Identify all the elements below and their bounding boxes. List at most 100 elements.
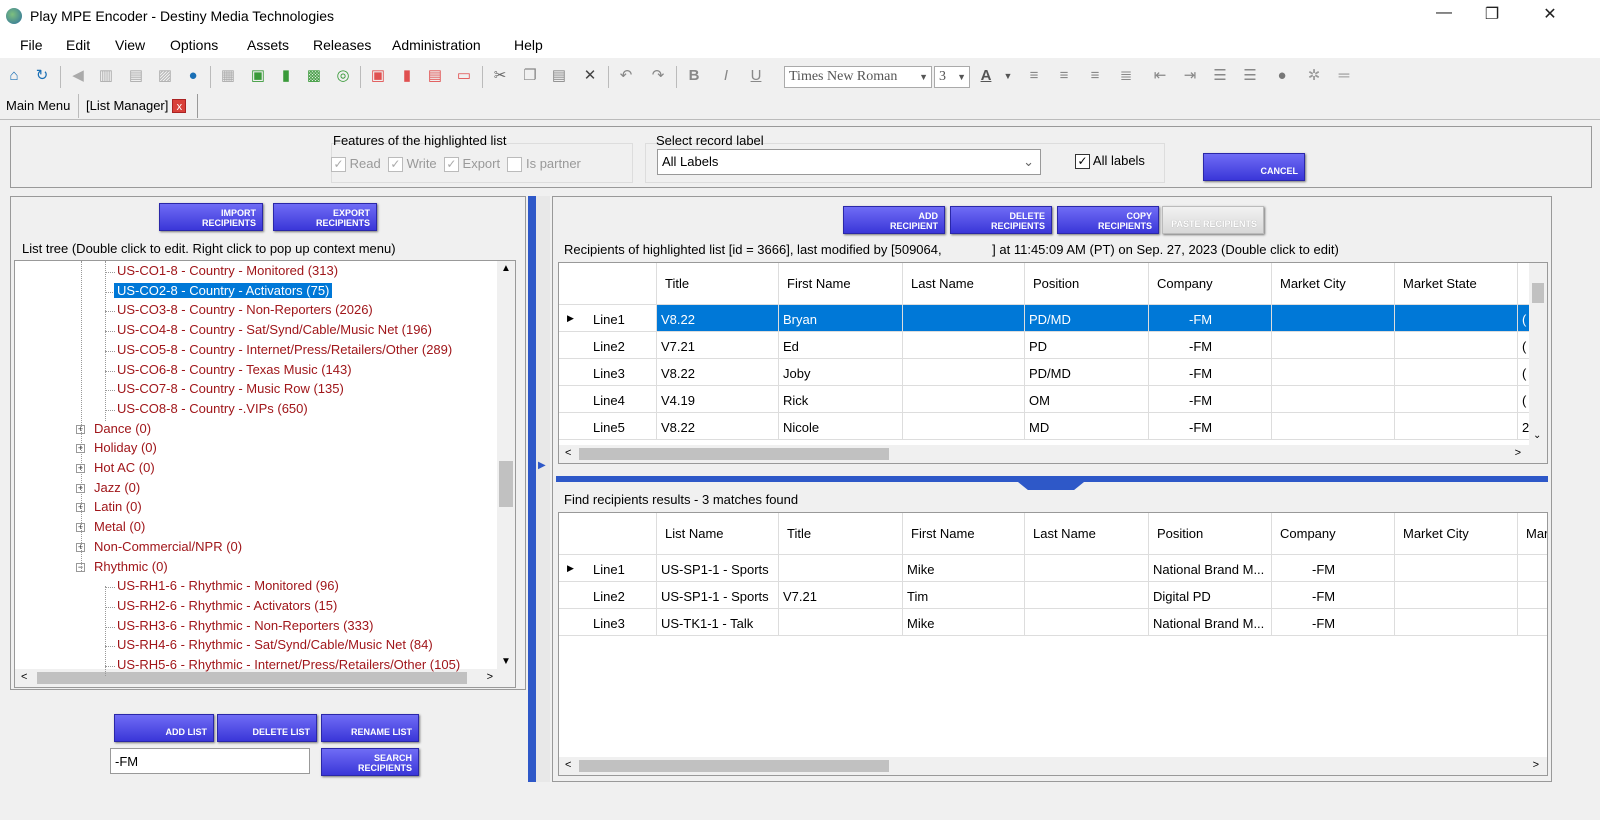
stack-icon[interactable]: ▤ [425, 66, 445, 86]
refresh-icon[interactable]: ↻ [32, 66, 52, 86]
table-cell[interactable] [1025, 555, 1149, 582]
table-cell[interactable]: OM [1025, 386, 1149, 413]
table-cell[interactable]: Nicole [779, 413, 903, 440]
vertical-splitter[interactable] [528, 196, 536, 782]
table-cell[interactable] [1395, 305, 1518, 332]
underline-icon[interactable]: U [746, 66, 766, 86]
menu-administration[interactable]: Administration [392, 37, 481, 53]
tree-item[interactable]: US-CO3-8 - Country - Non-Reporters (2026… [117, 302, 373, 317]
table-cell[interactable]: PD/MD [1025, 305, 1149, 332]
table-cell[interactable]: Bryan [779, 305, 903, 332]
table-cell[interactable]: Joby [779, 359, 903, 386]
table-cell[interactable]: Mike [903, 555, 1025, 582]
table-cell[interactable] [1272, 413, 1395, 440]
paste-icon[interactable]: ▤ [549, 66, 569, 86]
record-label-select[interactable]: All Labels ⌄ [657, 149, 1041, 175]
add-list-button[interactable]: ADD LIST [114, 714, 214, 742]
vertical-scrollbar[interactable]: ⌄ [1529, 263, 1547, 445]
column-header[interactable] [559, 513, 657, 555]
justify-icon[interactable]: ≣ [1116, 66, 1136, 86]
rule-icon[interactable]: ═ [1334, 66, 1354, 86]
search-recipients-button[interactable]: SEARCH RECIPIENTS [321, 748, 419, 776]
tab-main-menu[interactable]: Main Menu [6, 98, 70, 113]
report-icon[interactable]: ▩ [304, 66, 324, 86]
table-cell[interactable]: US-TK1-1 - Talk [657, 609, 779, 636]
splitter-arrow-icon[interactable]: ▶ [538, 460, 546, 471]
copy-icon[interactable]: ❐ [520, 66, 540, 86]
table-cell[interactable]: -FM [1272, 609, 1395, 636]
tab-list-manager[interactable]: [List Manager] x [86, 98, 187, 113]
table-cell[interactable] [1395, 582, 1518, 609]
rename-list-button[interactable]: RENAME LIST [321, 714, 419, 742]
red-doc-icon[interactable]: ▣ [368, 66, 388, 86]
column-header[interactable]: Market City [1395, 513, 1518, 555]
tree-item[interactable]: Latin (0) [94, 499, 142, 514]
menu-help[interactable]: Help [514, 37, 543, 53]
align-right-icon[interactable]: ≡ [1085, 66, 1105, 86]
table-cell[interactable] [1518, 555, 1547, 582]
link-icon[interactable]: ● [1272, 66, 1292, 86]
table-cell[interactable]: Tim [903, 582, 1025, 609]
recipients-grid[interactable]: Title First Name Last Name Position Company M… [558, 262, 1548, 464]
cut-icon[interactable]: ✂ [490, 66, 510, 86]
tree-vertical-scrollbar[interactable]: ▲ ▼ [497, 261, 515, 669]
all-labels-checkbox[interactable]: ✓ [1075, 154, 1090, 170]
tree-item[interactable]: Dance (0) [94, 421, 151, 436]
tree-item[interactable]: US-CO4-8 - Country - Sat/Synd/Cable/Musi… [117, 322, 432, 337]
table-cell[interactable]: -FM [1149, 305, 1272, 332]
tree-item[interactable]: US-RH4-6 - Rhythmic - Sat/Synd/Cable/Mus… [117, 637, 433, 652]
tree-item[interactable]: US-CO7-8 - Country - Music Row (135) [117, 381, 344, 396]
row-header[interactable]: Line3 [559, 609, 657, 636]
restore-button[interactable]: ❐ [1472, 4, 1512, 28]
table-cell[interactable] [1395, 555, 1518, 582]
redo-icon[interactable]: ↷ [648, 66, 668, 86]
all-labels-toggle[interactable]: ✓ All labels [1075, 153, 1145, 170]
scroll-thumb[interactable] [579, 760, 889, 772]
column-header[interactable]: List Name [657, 513, 779, 555]
export-checkbox[interactable]: ✓ [443, 157, 459, 173]
table-cell[interactable]: V8.22 [657, 359, 779, 386]
doc-icon[interactable]: ▣ [248, 66, 268, 86]
tree-item[interactable]: Jazz (0) [94, 480, 140, 495]
export-recipients-button[interactable]: EXPORT RECIPIENTS [273, 203, 377, 231]
tree-item[interactable]: Holiday (0) [94, 440, 157, 455]
audio-icon[interactable]: ◀ [68, 66, 88, 86]
horizontal-scrollbar[interactable]: < > [559, 445, 1547, 463]
search-globe-icon[interactable]: ● [183, 66, 203, 86]
add-recipient-button[interactable]: ADD RECIPIENT [843, 206, 945, 234]
home-icon[interactable]: ⌂ [4, 66, 24, 86]
align-left-icon[interactable]: ≡ [1024, 66, 1044, 86]
list-tree[interactable]: ▲ ▼ < > US-CO1-8 - Country - Monitored (… [14, 260, 516, 688]
partner-checkbox[interactable] [507, 157, 523, 173]
horizontal-splitter[interactable] [556, 476, 1548, 482]
minimize-button[interactable]: — [1424, 4, 1464, 28]
table-cell[interactable] [1272, 359, 1395, 386]
table-cell[interactable]: US-SP1-1 - Sports [657, 555, 779, 582]
font-select[interactable]: Times New Roman ▼ [784, 66, 932, 88]
table-cell[interactable]: V4.19 [657, 386, 779, 413]
tree-item[interactable]: Rhythmic (0) [94, 559, 168, 574]
bars-icon[interactable]: ▮ [276, 66, 296, 86]
image-insert-icon[interactable]: ✲ [1304, 66, 1324, 86]
table-cell[interactable] [903, 359, 1025, 386]
table-cell[interactable] [779, 609, 903, 636]
table-cell[interactable]: PD/MD [1025, 359, 1149, 386]
edit-doc-icon[interactable]: ▦ [218, 66, 238, 86]
table-cell[interactable]: -FM [1272, 555, 1395, 582]
column-header[interactable]: Last Name [1025, 513, 1149, 555]
menu-assets[interactable]: Assets [247, 37, 289, 53]
table-cell[interactable]: -FM [1272, 582, 1395, 609]
scroll-thumb[interactable] [579, 448, 889, 460]
menu-options[interactable]: Options [170, 37, 218, 53]
cancel-button[interactable]: CANCEL [1203, 153, 1305, 181]
table-cell[interactable] [1395, 413, 1518, 440]
tree-item[interactable]: US-CO1-8 - Country - Monitored (313) [117, 263, 338, 278]
table-cell[interactable] [1518, 582, 1547, 609]
copy-recipients-button[interactable]: COPY RECIPIENTS [1057, 206, 1159, 234]
horizontal-scrollbar[interactable]: < > [559, 757, 1547, 775]
menu-view[interactable]: View [115, 37, 145, 53]
table-cell[interactable]: National Brand M... [1149, 609, 1272, 636]
bullet-list-icon[interactable]: ☰ [1240, 66, 1260, 86]
tree-item[interactable]: US-CO5-8 - Country - Internet/Press/Reta… [117, 342, 452, 357]
row-header[interactable]: Line2 [559, 332, 657, 359]
